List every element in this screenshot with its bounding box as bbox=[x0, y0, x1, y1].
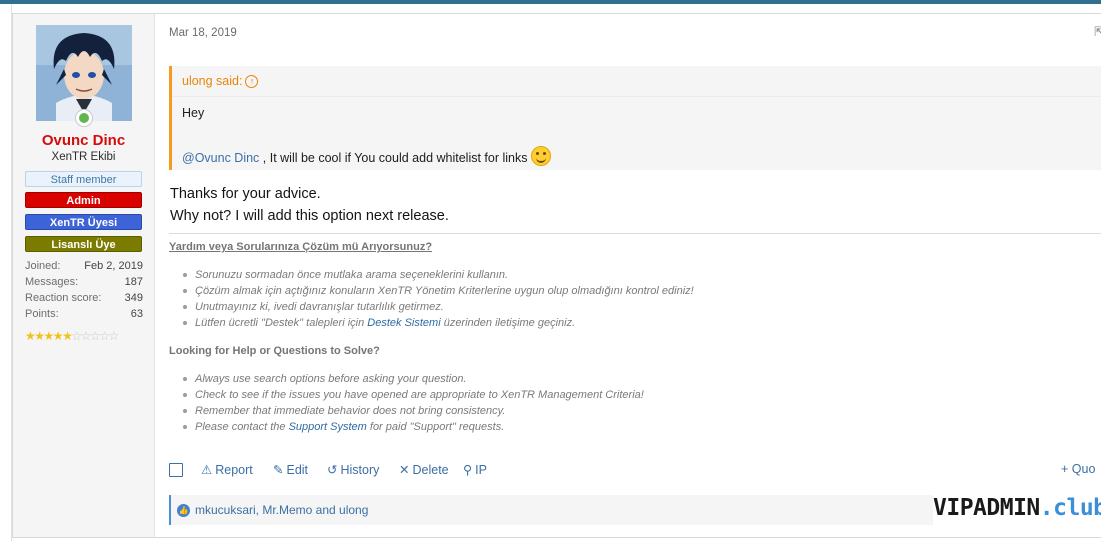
star-icon: ★ bbox=[43, 329, 55, 343]
signature-list-en: Always use search options before asking … bbox=[169, 371, 1069, 435]
ip-label: IP bbox=[475, 463, 487, 477]
signature-text: Please contact the bbox=[195, 421, 289, 433]
post-date[interactable]: Mar 18, 2019 bbox=[169, 27, 237, 39]
watermark-logo: VIPADMIN.club bbox=[933, 489, 1101, 527]
signature-item: Lütfen ücretli "Destek" talepleri için D… bbox=[169, 315, 1069, 331]
stat-label: Messages: bbox=[25, 276, 79, 288]
edit-button[interactable]: ✎ Edit bbox=[273, 462, 308, 477]
delete-button[interactable]: ✕ Delete bbox=[399, 462, 449, 477]
signature-text: for paid "Support" requests. bbox=[366, 421, 505, 433]
username[interactable]: Ovunc Dinc bbox=[13, 132, 154, 149]
empty-star-icon: ☆ bbox=[108, 329, 119, 343]
online-status-indicator bbox=[75, 109, 93, 127]
admin-banner: Admin bbox=[25, 192, 142, 208]
empty-star-icon: ☆ bbox=[71, 329, 82, 343]
warning-icon: ⚠ bbox=[201, 463, 213, 477]
quote-line-2: @Ovunc Dinc , It will be cool if You cou… bbox=[182, 146, 551, 166]
history-icon: ↺ bbox=[327, 463, 338, 477]
half-star-icon: ★ bbox=[62, 329, 73, 343]
watermark-main: VIPADMIN bbox=[933, 495, 1040, 521]
signature-heading-tr: Yardım veya Sorularınıza Çözüm mü Arıyor… bbox=[169, 241, 433, 253]
signature-text: üzerinden iletişime geçiniz. bbox=[440, 317, 576, 329]
history-button[interactable]: ↺ History bbox=[327, 462, 379, 477]
signature-item: Sorunuzu sormadan önce mutlaka arama seç… bbox=[169, 267, 1069, 283]
stat-value: 187 bbox=[124, 276, 143, 288]
licensed-banner: Lisanslı Üye bbox=[25, 236, 142, 252]
ip-button[interactable]: ⚲ IP bbox=[463, 462, 487, 477]
star-icon: ★ bbox=[25, 329, 36, 343]
stat-points: Points: 63 bbox=[25, 306, 143, 322]
quote-header: ulong said: ↑ bbox=[172, 66, 1101, 97]
share-icon[interactable]: ⇱ bbox=[1094, 24, 1101, 40]
staff-member-banner: Staff member bbox=[25, 171, 142, 187]
top-bar bbox=[0, 0, 1101, 4]
stat-messages: Messages: 187 bbox=[25, 274, 143, 290]
rating-stars: ★★★★★☆☆☆☆☆ bbox=[25, 329, 119, 343]
signature-item: Please contact the Support System for pa… bbox=[169, 419, 1069, 435]
member-banner: XenTR Üyesi bbox=[25, 214, 142, 230]
avatar-image bbox=[36, 25, 132, 121]
edit-label: Edit bbox=[286, 463, 309, 477]
select-post-checkbox[interactable] bbox=[169, 463, 183, 477]
signature-list-tr: Sorunuzu sormadan önce mutlaka arama seç… bbox=[169, 267, 1069, 331]
quote-author: ulong said: bbox=[182, 74, 243, 88]
user-stats: Joined: Feb 2, 2019 Messages: 187 Reaction… bbox=[25, 258, 143, 322]
signature: Yardım veya Sorularınıza Çözüm mü Arıyor… bbox=[169, 239, 1069, 435]
quote-button[interactable]: + Quo bbox=[1061, 462, 1095, 476]
reply-line: Thanks for your advice. bbox=[170, 186, 321, 202]
signature-item: Unutmayınız ki, ivedi davranışlar tutarl… bbox=[169, 299, 1069, 315]
reaction-names[interactable]: mkucuksari, Mr.Memo and ulong bbox=[195, 503, 368, 517]
report-label: Report bbox=[215, 463, 253, 477]
signature-heading-en: Looking for Help or Questions to Solve? bbox=[169, 345, 380, 357]
history-label: History bbox=[340, 463, 380, 477]
smiley-icon bbox=[530, 146, 551, 166]
stat-label: Points: bbox=[25, 308, 59, 320]
watermark-suffix: .club bbox=[1039, 495, 1101, 521]
empty-star-icon: ☆ bbox=[99, 329, 110, 343]
reply-text: Thanks for your advice. Why not? I will … bbox=[170, 183, 449, 227]
stat-joined: Joined: Feb 2, 2019 bbox=[25, 258, 143, 274]
star-icon: ★ bbox=[34, 329, 45, 343]
signature-item: Çözüm almak için açtığınız konuların Xen… bbox=[169, 283, 1069, 299]
search-icon: ⚲ bbox=[463, 463, 473, 477]
like-icon: 👍 bbox=[177, 504, 190, 517]
support-system-link-en[interactable]: Support System bbox=[289, 421, 367, 433]
signature-item: Remember that immediate behavior does no… bbox=[169, 403, 1069, 419]
avatar[interactable] bbox=[36, 25, 132, 121]
delete-label: Delete bbox=[412, 463, 449, 477]
signature-divider bbox=[169, 233, 1101, 234]
quote-author-link[interactable]: ulong said: ↑ bbox=[182, 74, 259, 88]
post-actions: ⚠ Report ✎ Edit ↺ History ✕ Delete ⚲ IP + Quo bbox=[169, 462, 1101, 480]
support-system-link-tr[interactable]: Destek Sistemi bbox=[367, 317, 440, 329]
signature-item: Always use search options before asking … bbox=[169, 371, 1069, 387]
user-info-column: Ovunc Dinc XenTR Ekibi Staff member Admi… bbox=[13, 14, 155, 537]
post-main: Mar 18, 2019 ⇱ ulong said: ↑ Hey @Ovunc D… bbox=[155, 14, 1101, 537]
quote-text: , It will be cool if You could add white… bbox=[259, 151, 528, 165]
quote-line-1: Hey bbox=[182, 106, 205, 120]
post-container: Ovunc Dinc XenTR Ekibi Staff member Admi… bbox=[12, 13, 1101, 538]
pencil-icon: ✎ bbox=[273, 463, 284, 477]
reply-line: Why not? I will add this option next rel… bbox=[170, 208, 449, 224]
user-title: XenTR Ekibi bbox=[51, 151, 116, 163]
quote-block: ulong said: ↑ Hey @Ovunc Dinc , It will b… bbox=[169, 66, 1101, 170]
stat-value: 63 bbox=[130, 308, 143, 320]
stat-label: Joined: bbox=[25, 260, 61, 272]
stat-label: Reaction score: bbox=[25, 292, 102, 304]
left-edge-panel bbox=[0, 4, 37, 541]
star-icon: ★ bbox=[52, 329, 64, 343]
signature-text: Lütfen ücretli "Destek" talepleri için bbox=[195, 317, 368, 329]
report-button[interactable]: ⚠ Report bbox=[201, 462, 253, 477]
empty-star-icon: ☆ bbox=[80, 329, 92, 343]
close-icon: ✕ bbox=[399, 463, 410, 477]
go-to-quote-icon[interactable]: ↑ bbox=[245, 75, 259, 88]
mention-link[interactable]: @Ovunc Dinc bbox=[182, 151, 259, 165]
signature-item: Check to see if the issues you have open… bbox=[169, 387, 1069, 403]
stat-value: 349 bbox=[124, 292, 143, 304]
empty-star-icon: ☆ bbox=[89, 329, 101, 343]
stat-value: Feb 2, 2019 bbox=[84, 260, 143, 272]
stat-reaction-score: Reaction score: 349 bbox=[25, 290, 143, 306]
